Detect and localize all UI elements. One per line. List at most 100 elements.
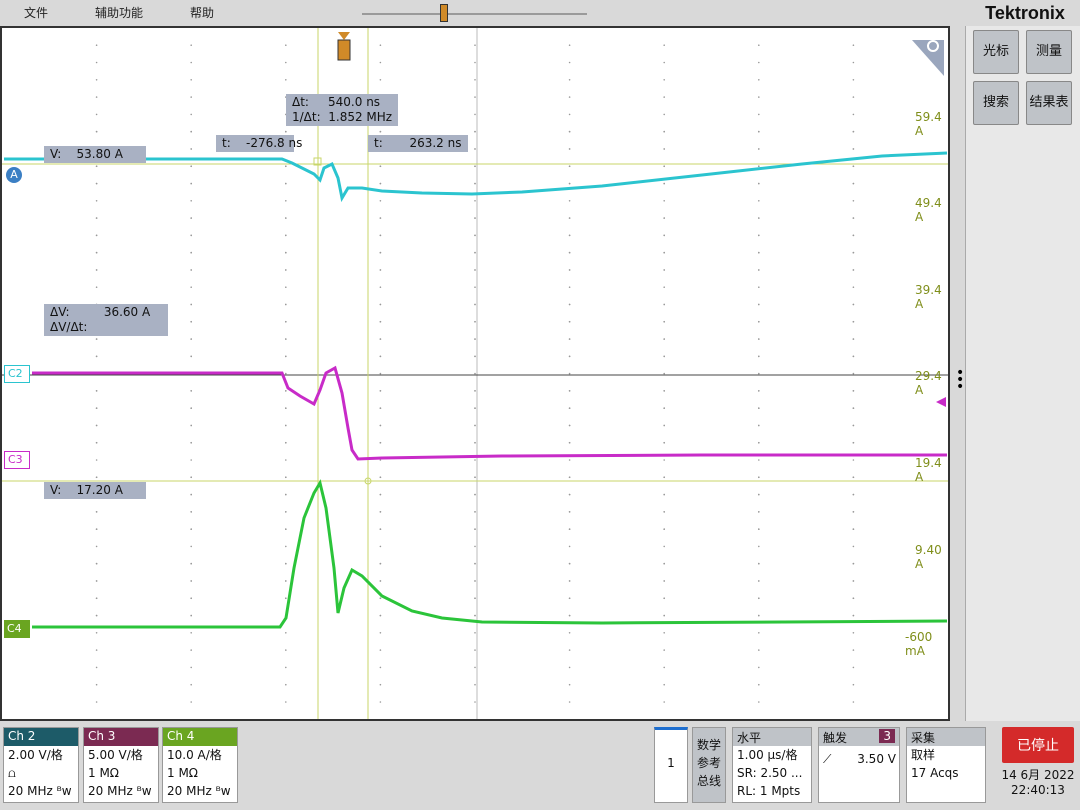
grid-dot (568, 390, 571, 392)
channel-3-box[interactable]: Ch 3 5.00 V/格 1 MΩ 20 MHz ᴮw (83, 727, 159, 803)
grid-dot (758, 372, 760, 375)
grid-dot (95, 286, 98, 289)
grid-dot (95, 666, 98, 669)
grid-dot (190, 528, 192, 530)
grid-dot (758, 580, 760, 582)
scale-label: 29.4 A (915, 369, 942, 397)
grid-dot (474, 649, 476, 651)
grid-dot (379, 217, 382, 219)
menu-bar: 文件 辅助功能 帮助 (0, 0, 960, 24)
grid-dot (379, 182, 382, 185)
grid-dot (379, 251, 382, 254)
grid-dot (568, 511, 571, 513)
grid-dot (758, 614, 760, 617)
channel-2-scale: 2.00 V/格 (8, 748, 63, 762)
cursor-button[interactable]: 光标 (973, 30, 1019, 74)
grid-dot (95, 545, 98, 548)
grid-dot (379, 493, 382, 496)
grid-dot (190, 182, 192, 185)
record-view-bar[interactable] (362, 13, 587, 15)
grid-dot (663, 200, 665, 202)
grid-dot (379, 649, 382, 651)
scale-label: 49.4 A (915, 196, 942, 224)
grid-dot (95, 649, 98, 651)
grid-dot (95, 632, 98, 634)
grid-dot (568, 338, 571, 340)
grid-dot (663, 390, 665, 392)
grid-dot (474, 441, 476, 444)
grid-dot (758, 476, 760, 479)
grid-dot (190, 44, 192, 46)
grid-dot (285, 407, 287, 409)
menu-help[interactable]: 帮助 (190, 4, 214, 21)
grid-dot (758, 182, 760, 185)
grid-dot (474, 61, 476, 64)
grid-dot (285, 493, 287, 496)
grid-dot (95, 562, 98, 565)
grid-dot (95, 44, 98, 46)
panel-handle-icon[interactable]: • • • (956, 366, 964, 394)
grid-dot (190, 165, 192, 167)
grid-dot (190, 666, 192, 669)
grid-dot (474, 580, 476, 582)
grid-dot (190, 441, 192, 444)
grid-dot (285, 234, 287, 237)
menu-utility[interactable]: 辅助功能 (95, 4, 143, 21)
grid-dot (379, 390, 382, 392)
grid-dot (285, 355, 287, 358)
search-button[interactable]: 搜索 (973, 81, 1019, 125)
grid-dot (663, 372, 665, 375)
channel-4-impedance: 1 MΩ (167, 766, 198, 780)
grid-dot (663, 113, 665, 116)
grid-dot (379, 511, 382, 513)
trigger-box[interactable]: 触发 3 ⟋ 3.50 V (818, 727, 900, 803)
acquisition-box[interactable]: 采集 取样 17 Acqs (906, 727, 986, 803)
channel-tag-c2[interactable]: C2 (4, 365, 30, 383)
grid-dot (474, 148, 476, 150)
waveform-display[interactable]: Δt: 540.0 ns 1/Δt: 1.852 MHz t: -276.8 n… (0, 26, 950, 721)
channel-4-scale: 10.0 A/格 (167, 748, 222, 762)
grid-dot (663, 130, 665, 133)
channel-tag-c3[interactable]: C3 (4, 451, 30, 469)
grid-dot (285, 649, 287, 651)
grid-dot (474, 476, 476, 479)
grid-dot (663, 562, 665, 565)
measure-button[interactable]: 测量 (1026, 30, 1072, 74)
side-panel: 光标 测量 搜索 结果表 (965, 26, 1080, 721)
grid-dot (95, 234, 98, 237)
waveform-c3 (32, 365, 947, 461)
channel-4-name: Ch 4 (163, 728, 237, 746)
menu-file[interactable]: 文件 (24, 4, 48, 21)
cursor-t2-readout: t: 263.2 ns (368, 135, 468, 152)
grid-dot (285, 130, 287, 133)
math-ref-bus-button[interactable]: 数学 参考 总线 (692, 727, 726, 803)
grid-dot (663, 44, 665, 46)
trigger-position-marker[interactable] (440, 4, 448, 22)
grid-dot (95, 251, 98, 254)
channel-tag-a[interactable]: A (6, 167, 22, 183)
channel-4-box[interactable]: Ch 4 10.0 A/格 1 MΩ 20 MHz ᴮw (162, 727, 238, 803)
channel-2-box[interactable]: Ch 2 2.00 V/格 ⩍ 20 MHz ᴮw (3, 727, 79, 803)
page-button[interactable]: 1 (654, 727, 688, 803)
grid-dot (852, 79, 855, 81)
channel-tag-c4[interactable]: C4 (4, 620, 30, 638)
grid-dot (379, 407, 382, 409)
record-length: RL: 1 Mpts (737, 784, 801, 798)
grid-dot (379, 666, 382, 669)
results-table-button[interactable]: 结果表 (1026, 81, 1072, 125)
grid-dot (190, 130, 192, 133)
grid-dot (663, 597, 665, 599)
grid-dot (95, 511, 98, 513)
grid-dot (379, 545, 382, 548)
horizontal-box[interactable]: 水平 1.00 μs/格 SR: 2.50 ... RL: 1 Mpts (732, 727, 812, 803)
grid-dot (758, 649, 760, 651)
grid-dot (285, 79, 287, 81)
grid-dot (95, 528, 98, 530)
run-stop-button[interactable]: 已停止 (1002, 727, 1074, 763)
grid-dot (568, 614, 571, 617)
grid-dot (568, 407, 571, 409)
grid-dot (190, 200, 192, 202)
grid-dot (568, 200, 571, 202)
grid-dot (95, 355, 98, 358)
grid-dot (190, 562, 192, 565)
